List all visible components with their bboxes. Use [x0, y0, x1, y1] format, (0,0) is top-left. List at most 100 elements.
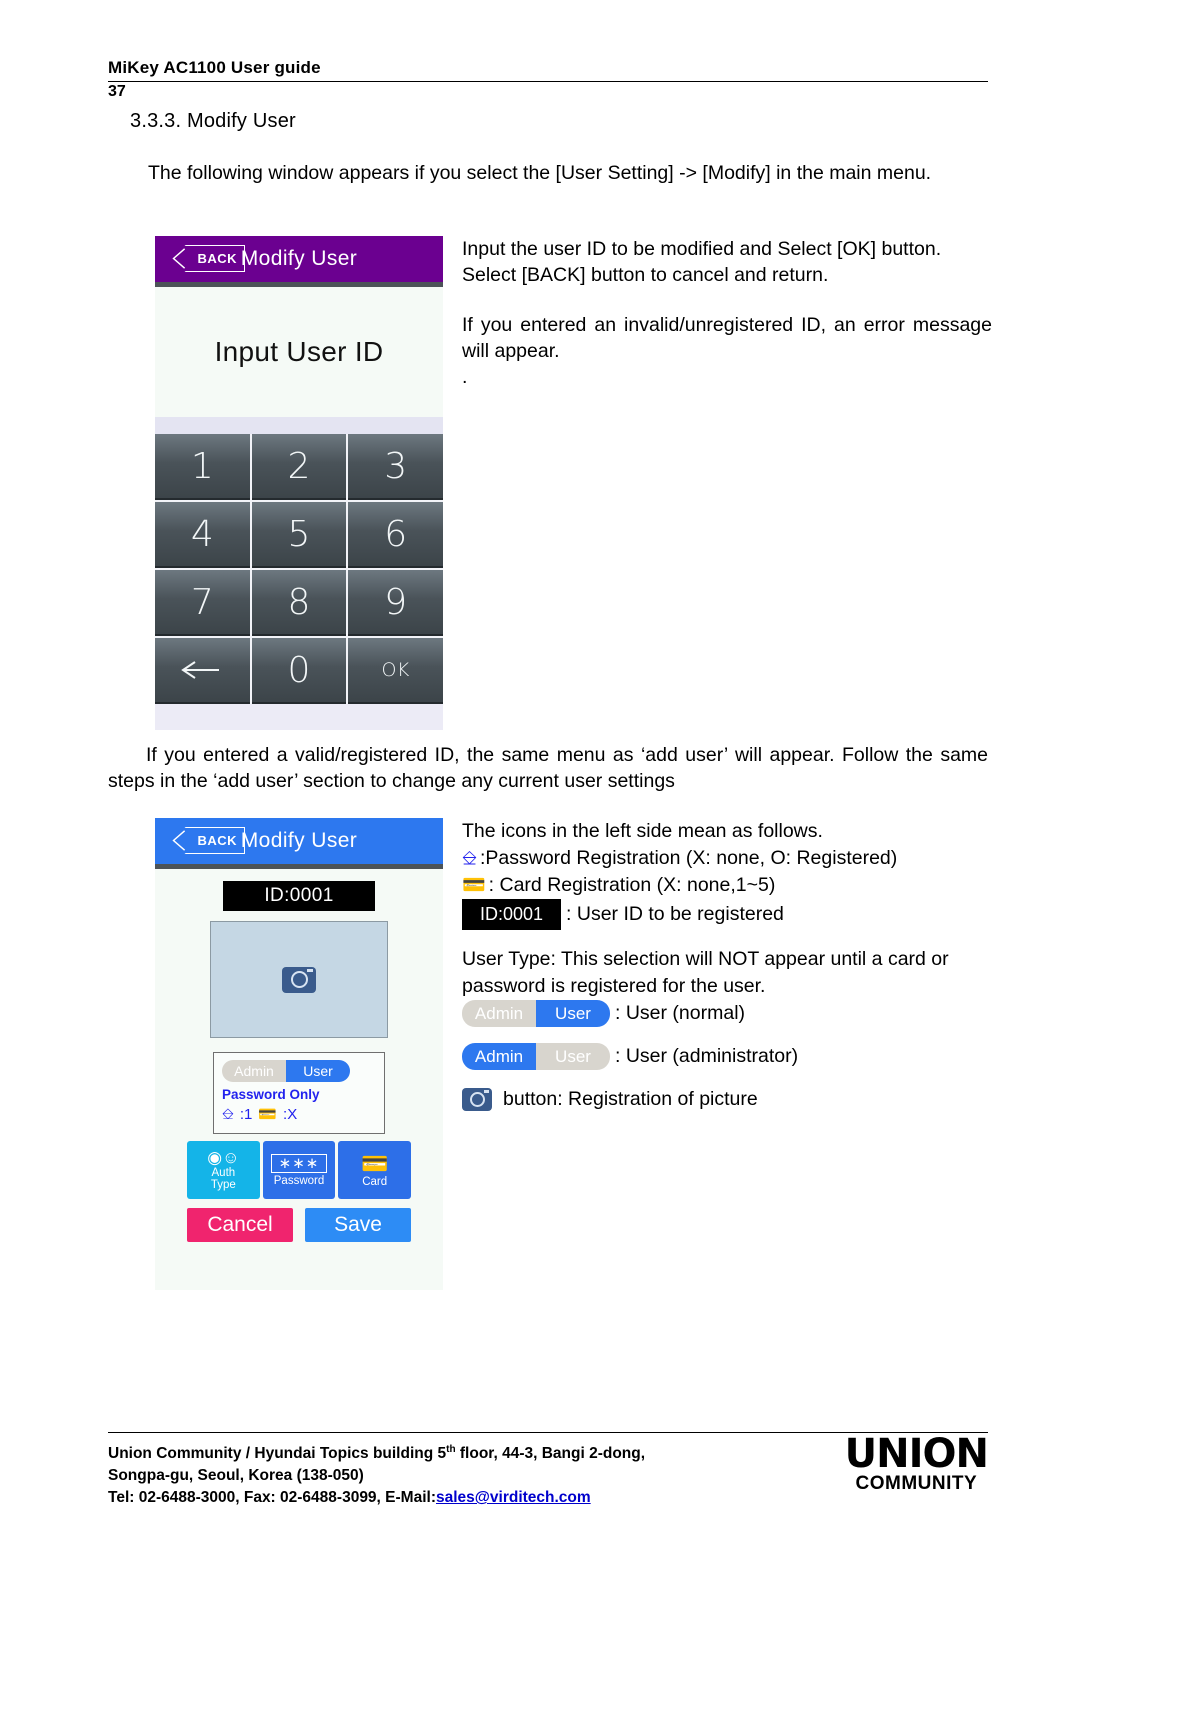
camera-flash: [484, 1090, 489, 1093]
user-settings-panel: Admin User Password Only ⎒ :1 💳 :X: [213, 1052, 385, 1134]
annotation2-id-line: ID:0001 : User ID to be registered: [462, 899, 1002, 930]
back-button-label: BACK: [197, 833, 237, 848]
password-button-label: Password: [273, 1174, 325, 1187]
annotation2-card-line: 💳 : Card Registration (X: none,1~5): [462, 872, 1002, 899]
annotation2-card-desc: : Card Registration (X: none,1~5): [488, 874, 776, 896]
arrow-left-icon: [181, 656, 223, 684]
footer-line-1a: Union Community / Hyundai Topics buildin…: [108, 1445, 447, 1463]
key-4[interactable]: 4: [155, 502, 250, 568]
back-button-label: BACK: [197, 251, 237, 266]
annotation2-camera-line: button: Registration of picture: [462, 1086, 1002, 1113]
device1-title-bar: BACK Modify User: [155, 236, 443, 282]
footer-line-1: Union Community / Hyundai Topics buildin…: [108, 1439, 645, 1465]
cancel-button[interactable]: Cancel: [187, 1208, 293, 1242]
annotation-user-detail: The icons in the left side mean as follo…: [462, 818, 1002, 1113]
middle-paragraph: If you entered a valid/registered ID, th…: [108, 744, 988, 792]
card-button[interactable]: 💳 Card: [338, 1141, 412, 1199]
inline-id-badge: ID:0001: [462, 899, 562, 930]
input-user-id-label: Input User ID: [214, 336, 384, 367]
camera-icon[interactable]: [282, 966, 316, 993]
fingerprint-face-icon: ◉☺: [207, 1148, 240, 1167]
footer-ordinal: th: [446, 1444, 456, 1455]
inline-admin-option: Admin: [462, 1043, 536, 1070]
camera-lens: [290, 971, 308, 988]
password-button[interactable]: ∗∗∗ Password: [262, 1141, 336, 1199]
header-rule: [108, 81, 988, 82]
key-7[interactable]: 7: [155, 570, 250, 636]
footer-email-link[interactable]: sales@virditech.com: [436, 1489, 591, 1506]
page-number: 37: [108, 83, 126, 100]
key-8[interactable]: 8: [251, 570, 347, 636]
key-2[interactable]: 2: [251, 434, 347, 500]
intro-paragraph: The following window appears if you sele…: [148, 162, 932, 184]
device-screenshot-keypad: BACK Modify User Input User ID 1 2 3 4 5…: [155, 236, 443, 730]
key-ok[interactable]: OK: [348, 638, 443, 704]
footer-line-3a: Tel: 02-6488-3000, Fax: 02-6488-3099, E-…: [108, 1489, 436, 1507]
user-type-toggle[interactable]: Admin User: [222, 1060, 350, 1082]
auth-type-button[interactable]: ◉☺ Auth Type: [187, 1141, 260, 1199]
annotation2-spacer-1: [462, 930, 1002, 946]
action-buttons-row[interactable]: Cancel Save: [187, 1208, 411, 1242]
save-button[interactable]: Save: [305, 1208, 411, 1242]
company-logo: UNION COMMUNITY: [844, 1431, 989, 1495]
registration-status-row: ⎒ :1 💳 :X: [222, 1106, 376, 1123]
document-page: MiKey AC1100 User guide 37 3.3.3. Modify…: [0, 0, 1197, 1710]
camera-icon: [462, 1088, 492, 1111]
document-title: MiKey AC1100 User guide: [108, 58, 321, 77]
inline-user-option: User: [536, 1000, 610, 1027]
user-photo-placeholder[interactable]: [210, 921, 388, 1038]
input-user-id-prompt: Input User ID: [155, 287, 443, 417]
card-registration-icon: 💳: [462, 875, 486, 896]
user-type-admin-option[interactable]: Admin: [222, 1060, 286, 1082]
logo-wordmark: UNION: [844, 1431, 989, 1477]
password-registration-icon: ⎒: [222, 1106, 234, 1123]
device2-title-bar: BACK Modify User: [155, 818, 443, 864]
annotation2-user-normal-desc: : User (normal): [615, 1002, 746, 1024]
footer-address: Union Community / Hyundai Topics buildin…: [108, 1439, 645, 1509]
footer-line-3: Tel: 02-6488-3000, Fax: 02-6488-3099, E-…: [108, 1487, 645, 1509]
annotation1-line1: Input the user ID to be modified and Sel…: [462, 238, 942, 260]
password-registration-icon: ⎒: [462, 848, 477, 869]
key-0[interactable]: 0: [251, 638, 347, 704]
password-mask-icon: ∗∗∗: [270, 1153, 328, 1173]
device-screenshot-user-detail: BACK Modify User ID:0001 Admin User Pass…: [155, 818, 443, 1290]
keypad-top-strip: [155, 417, 443, 434]
inline-admin-option: Admin: [462, 1000, 536, 1027]
card-registration-count: :X: [283, 1106, 298, 1123]
user-id-badge: ID:0001: [223, 881, 375, 911]
camera-lens: [469, 1092, 485, 1107]
key-3[interactable]: 3: [348, 434, 443, 500]
key-5[interactable]: 5: [251, 502, 347, 568]
numeric-keypad[interactable]: 1 2 3 4 5 6 7 8 9 0 OK: [155, 434, 443, 704]
key-1[interactable]: 1: [155, 434, 250, 500]
auth-mode-label: Password Only: [222, 1087, 320, 1102]
logo-subtext: COMMUNITY: [855, 1473, 978, 1494]
annotation2-user-normal-line: Admin User : User (normal): [462, 1000, 1002, 1027]
auth-buttons-row[interactable]: ◉☺ Auth Type ∗∗∗ Password 💳 Card: [187, 1141, 412, 1199]
footer-line-2: Songpa-gu, Seoul, Korea (138-050): [108, 1467, 364, 1485]
annotation2-user-type-note: User Type: This selection will NOT appea…: [462, 948, 949, 997]
key-backspace[interactable]: [155, 638, 250, 704]
annotation1-spacer: [462, 288, 992, 312]
annotation2-password-line: ⎒ :Password Registration (X: none, O: Re…: [462, 845, 1002, 872]
annotation2-id-desc: : User ID to be registered: [566, 903, 784, 925]
annotation2-user-admin-desc: : User (administrator): [615, 1045, 799, 1067]
section-heading: 3.3.3. Modify User: [130, 110, 296, 132]
annotation2-spacer-2: [462, 1027, 1002, 1043]
annotation1-line4: .: [462, 366, 468, 388]
device2-bar-underline: [155, 864, 443, 869]
document-footer: Union Community / Hyundai Topics buildin…: [108, 1431, 989, 1509]
inline-toggle-user-selected: Admin User: [462, 1000, 610, 1027]
user-type-user-option[interactable]: User: [286, 1060, 350, 1082]
annotation2-password-desc: :Password Registration (X: none, O: Regi…: [479, 847, 898, 869]
password-registration-count: :1: [239, 1106, 253, 1123]
auth-type-label-1: Auth: [211, 1167, 236, 1179]
annotation1-line3: If you entered an invalid/unregistered I…: [462, 314, 992, 362]
device1-bottom-strip: [155, 704, 443, 730]
annotation2-intro: The icons in the left side mean as follo…: [462, 820, 823, 842]
document-header: MiKey AC1100 User guide 37: [108, 58, 988, 101]
auth-type-label-2: Type: [210, 1179, 236, 1191]
key-9[interactable]: 9: [348, 570, 443, 636]
key-6[interactable]: 6: [348, 502, 443, 568]
annotation1-line2: Select [BACK] button to cancel and retur…: [462, 264, 829, 286]
